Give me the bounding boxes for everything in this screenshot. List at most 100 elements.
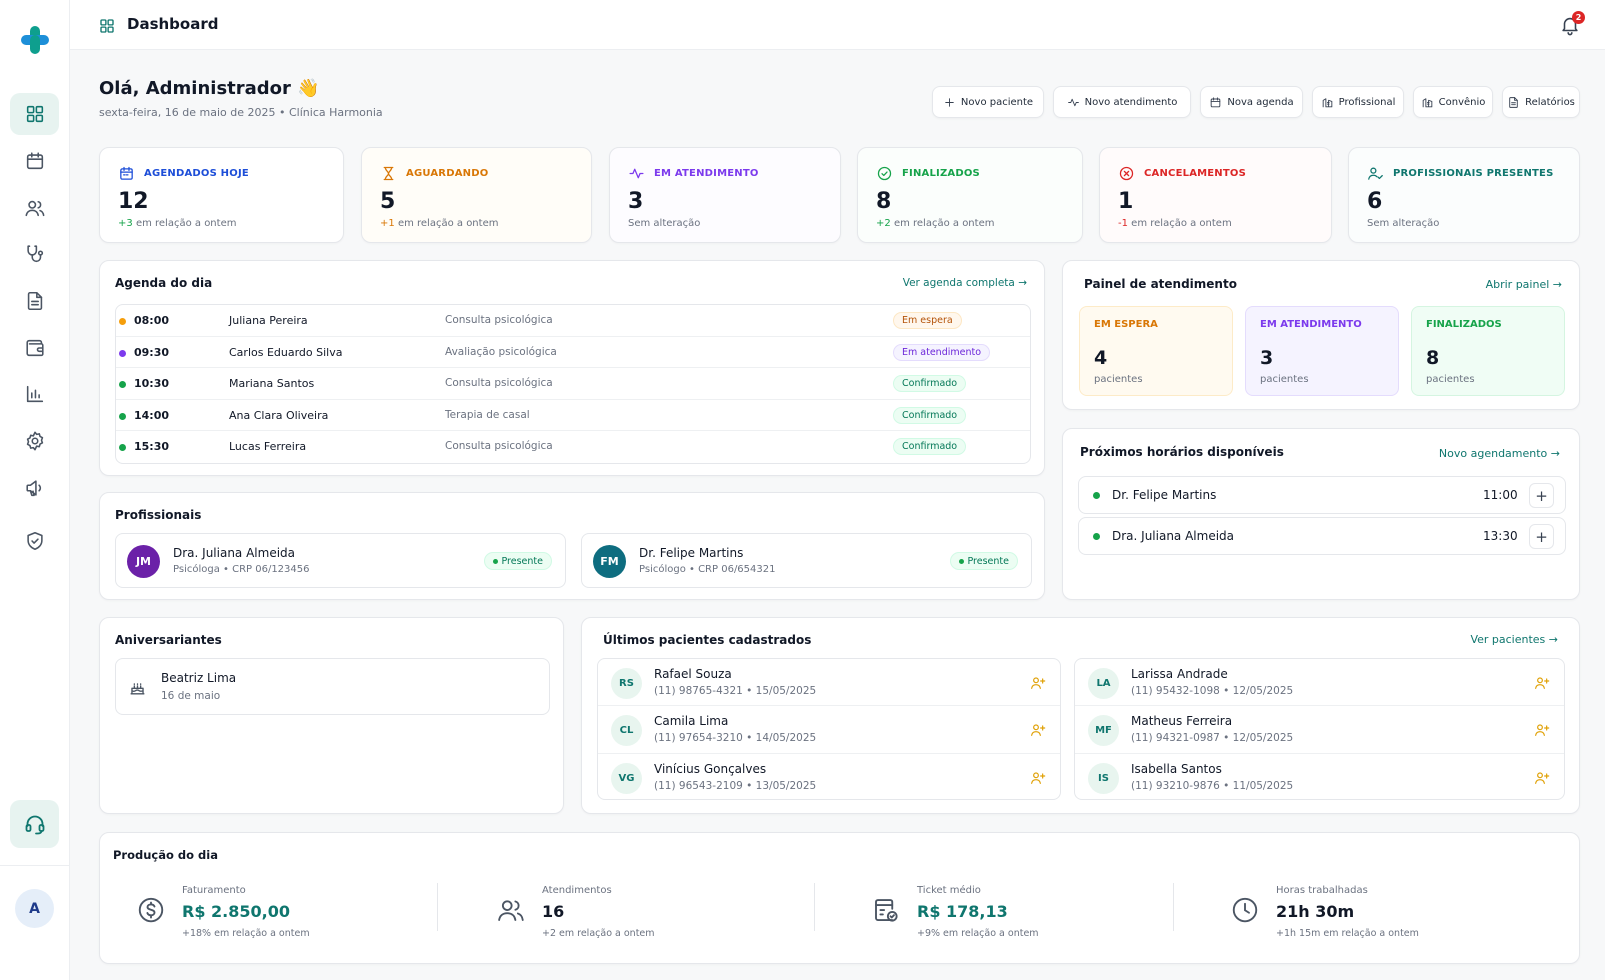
- nav-pacientes[interactable]: [10, 187, 59, 229]
- agenda-row[interactable]: 15:30 Lucas Ferreira Consulta psicológica C…: [116, 431, 1030, 463]
- insurance-button[interactable]: Convênio: [1413, 86, 1493, 118]
- panel-box-label: FINALIZADOS: [1426, 319, 1502, 330]
- user-plus-icon[interactable]: [1030, 722, 1046, 738]
- user-plus-icon[interactable]: [1030, 770, 1046, 786]
- new-schedule-button[interactable]: Nova agenda: [1200, 86, 1303, 118]
- nav-atendimento[interactable]: [10, 233, 59, 275]
- panel-link[interactable]: Abrir painel →: [1486, 278, 1562, 291]
- reports-button[interactable]: Relatórios: [1502, 86, 1580, 118]
- agenda-link[interactable]: Ver agenda completa →: [903, 277, 1027, 289]
- professional-item[interactable]: FM Dr. Felipe Martins Psicólogo • CRP 06…: [581, 533, 1032, 588]
- stat-value: 1: [1118, 189, 1134, 214]
- panel-box-value: 3: [1260, 347, 1274, 369]
- stat-label: FINALIZADOS: [876, 165, 980, 182]
- nav-marketing[interactable]: [10, 467, 59, 509]
- birthday-item[interactable]: Beatriz Lima 16 de maio: [115, 658, 550, 715]
- agenda-row[interactable]: 14:00 Ana Clara Oliveira Terapia de casal C…: [116, 400, 1030, 431]
- nav-dashboard[interactable]: [10, 93, 59, 135]
- stat-change: Sem alteração: [1367, 218, 1439, 229]
- production-change: +1h 15m em relação a ontem: [1276, 928, 1419, 939]
- new-appointment-label: Novo atendimento: [1084, 96, 1178, 108]
- slots-link[interactable]: Novo agendamento →: [1439, 447, 1560, 460]
- stat-card-waiting[interactable]: AGUARDANDO 5 +1 em relação a ontem: [361, 147, 592, 243]
- activity-icon: [1067, 98, 1079, 106]
- nav-seguranca[interactable]: [10, 520, 59, 562]
- recent-patients-link[interactable]: Ver pacientes →: [1470, 633, 1558, 646]
- new-schedule-label: Nova agenda: [1227, 96, 1294, 108]
- stat-card-professionals[interactable]: PROFISSIONAIS PRESENTES 6 Sem alteração: [1348, 147, 1580, 243]
- patient-row[interactable]: MF Matheus Ferreira (11) 94321-0987 • 12/0…: [1075, 706, 1564, 754]
- user-avatar[interactable]: A: [15, 889, 54, 928]
- stat-card-finished[interactable]: FINALIZADOS 8 +2 em relação a ontem: [857, 147, 1083, 243]
- patient-row[interactable]: RS Rafael Souza (11) 98765-4321 • 15/05/20…: [598, 659, 1060, 707]
- panel-box-sub: pacientes: [1426, 374, 1475, 385]
- user-plus-icon[interactable]: [1534, 675, 1550, 691]
- production-value: 16: [542, 902, 565, 921]
- slot-item[interactable]: Dra. Juliana Almeida 13:30 +: [1078, 517, 1566, 555]
- stat-card-scheduled[interactable]: AGENDADOS HOJE 12 +3 em relação a ontem: [99, 147, 344, 243]
- patient-row[interactable]: IS Isabella Santos (11) 93210-9876 • 11/05…: [1075, 754, 1564, 801]
- panel-box-in-progress[interactable]: EM ATENDIMENTO 3 pacientes: [1245, 306, 1399, 396]
- stat-label-text: FINALIZADOS: [902, 168, 980, 179]
- avatar: IS: [1088, 762, 1119, 794]
- status-dot: [119, 349, 126, 357]
- nav-configuracoes[interactable]: [10, 420, 59, 462]
- new-patient-button[interactable]: Novo paciente: [932, 86, 1044, 118]
- divider: [814, 883, 815, 931]
- slot-time: 13:30: [1483, 529, 1518, 543]
- stat-label-text: CANCELAMENTOS: [1144, 168, 1247, 179]
- greeting-title: Olá, Administrador 👋: [99, 78, 320, 99]
- user-plus-icon[interactable]: [1030, 675, 1046, 691]
- panel-box-label: EM ATENDIMENTO: [1260, 319, 1362, 330]
- add-slot-button[interactable]: +: [1529, 483, 1554, 508]
- stat-card-cancellations[interactable]: CANCELAMENTOS 1 -1 em relação a ontem: [1099, 147, 1332, 243]
- agenda-card: Agenda do dia Ver agenda completa → 08:0…: [99, 260, 1045, 476]
- professional-button[interactable]: Profissional: [1312, 86, 1404, 118]
- agenda-patient: Carlos Eduardo Silva: [229, 345, 343, 359]
- stat-value: 8: [876, 189, 892, 214]
- production-card: Produção do dia Faturamento R$ 2.850,00 …: [99, 832, 1580, 964]
- hourglass-icon: [383, 166, 394, 181]
- birthdays-title: Aniversariantes: [115, 633, 222, 647]
- nav-financeiro[interactable]: [10, 327, 59, 369]
- nav-relatorios[interactable]: [10, 373, 59, 415]
- nav-agenda[interactable]: [10, 140, 59, 182]
- professional-role: Psicólogo • CRP 06/654321: [639, 564, 776, 575]
- nav-documentos[interactable]: [10, 280, 59, 322]
- new-appointment-button[interactable]: Novo atendimento: [1053, 86, 1191, 118]
- user-plus-icon[interactable]: [1534, 770, 1550, 786]
- agenda-service: Terapia de casal: [445, 408, 530, 421]
- slot-item[interactable]: Dr. Felipe Martins 11:00 +: [1078, 476, 1566, 514]
- stat-value: 3: [628, 189, 644, 214]
- presence-badge: Presente: [949, 552, 1018, 570]
- stat-card-in-progress[interactable]: EM ATENDIMENTO 3 Sem alteração: [609, 147, 841, 243]
- support-button[interactable]: [10, 800, 59, 848]
- presence-badge: Presente: [483, 552, 552, 570]
- patient-row[interactable]: VG Vinícius Gonçalves (11) 96543-2109 • 13…: [598, 754, 1060, 801]
- calendar-icon: [120, 166, 133, 180]
- agenda-row[interactable]: 09:30 Carlos Eduardo Silva Avaliação psico…: [116, 337, 1030, 368]
- stat-label: AGENDADOS HOJE: [118, 165, 249, 182]
- production-label: Horas trabalhadas: [1276, 885, 1368, 896]
- gear-icon: [26, 431, 43, 451]
- user-plus-icon[interactable]: [1534, 722, 1550, 738]
- professional-item[interactable]: JM Dra. Juliana Almeida Psicóloga • CRP …: [115, 533, 566, 588]
- add-slot-button[interactable]: +: [1529, 524, 1554, 549]
- production-label: Atendimentos: [542, 885, 612, 896]
- panel-title: Painel de atendimento: [1084, 277, 1237, 291]
- panel-box-waiting[interactable]: EM ESPERA 4 pacientes: [1079, 306, 1233, 396]
- avatar: JM: [127, 545, 160, 578]
- patient-row[interactable]: LA Larissa Andrade (11) 95432-1098 • 12/05…: [1075, 659, 1564, 707]
- dollar-icon: [138, 897, 164, 923]
- professionals-card: Profissionais JM Dra. Juliana Almeida Ps…: [99, 492, 1045, 600]
- stat-change: +3 em relação a ontem: [118, 218, 236, 229]
- insurance-label: Convênio: [1438, 96, 1486, 108]
- panel-box-finished[interactable]: FINALIZADOS 8 pacientes: [1411, 306, 1565, 396]
- agenda-row[interactable]: 08:00 Juliana Pereira Consulta psicológica…: [116, 305, 1030, 337]
- status-badge: Em espera: [893, 312, 962, 329]
- agenda-row[interactable]: 10:30 Mariana Santos Consulta psicológica C…: [116, 368, 1030, 400]
- logo-icon[interactable]: [17, 22, 53, 58]
- stat-label-text: PROFISSIONAIS PRESENTES: [1393, 168, 1554, 179]
- patient-row[interactable]: CL Camila Lima (11) 97654-3210 • 14/05/202…: [598, 706, 1060, 754]
- sidebar-divider: [0, 865, 70, 866]
